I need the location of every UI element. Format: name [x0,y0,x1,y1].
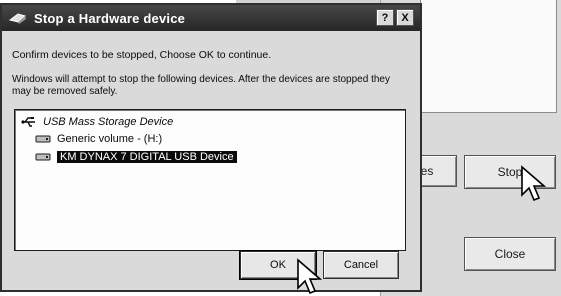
list-item[interactable]: USB Mass Storage Device [21,115,173,129]
background-device-list [420,0,557,113]
confirm-message: Confirm devices to be stopped, Choose OK… [12,49,272,61]
close-button[interactable]: Close [464,237,556,271]
mouse-cursor-icon [521,165,547,202]
stop-hardware-dialog: Stop a Hardware device ? X Confirm devic… [0,3,422,292]
device-label: Generic volume - (H:) [57,133,163,145]
usb-icon [21,116,39,128]
hardware-remove-icon [8,8,28,28]
mouse-cursor-icon [297,258,323,295]
list-item[interactable]: Generic volume - (H:) [35,132,162,146]
title-bar[interactable]: Stop a Hardware device ? X [2,5,420,31]
dialog-title: Stop a Hardware device [34,10,186,26]
cancel-button[interactable]: Cancel [323,251,399,279]
device-label: USB Mass Storage Device [43,116,174,128]
info-message: Windows will attempt to stop the followi… [12,74,390,97]
device-list[interactable]: USB Mass Storage Device Generic volume -… [14,109,406,251]
list-item-selected[interactable]: KM DYNAX 7 DIGITAL USB Device [35,150,237,164]
device-label: KM DYNAX 7 DIGITAL USB Device [57,151,237,163]
help-button[interactable]: ? [376,9,394,26]
drive-icon [35,151,53,163]
close-icon[interactable]: X [396,9,414,26]
drive-icon [35,133,53,145]
